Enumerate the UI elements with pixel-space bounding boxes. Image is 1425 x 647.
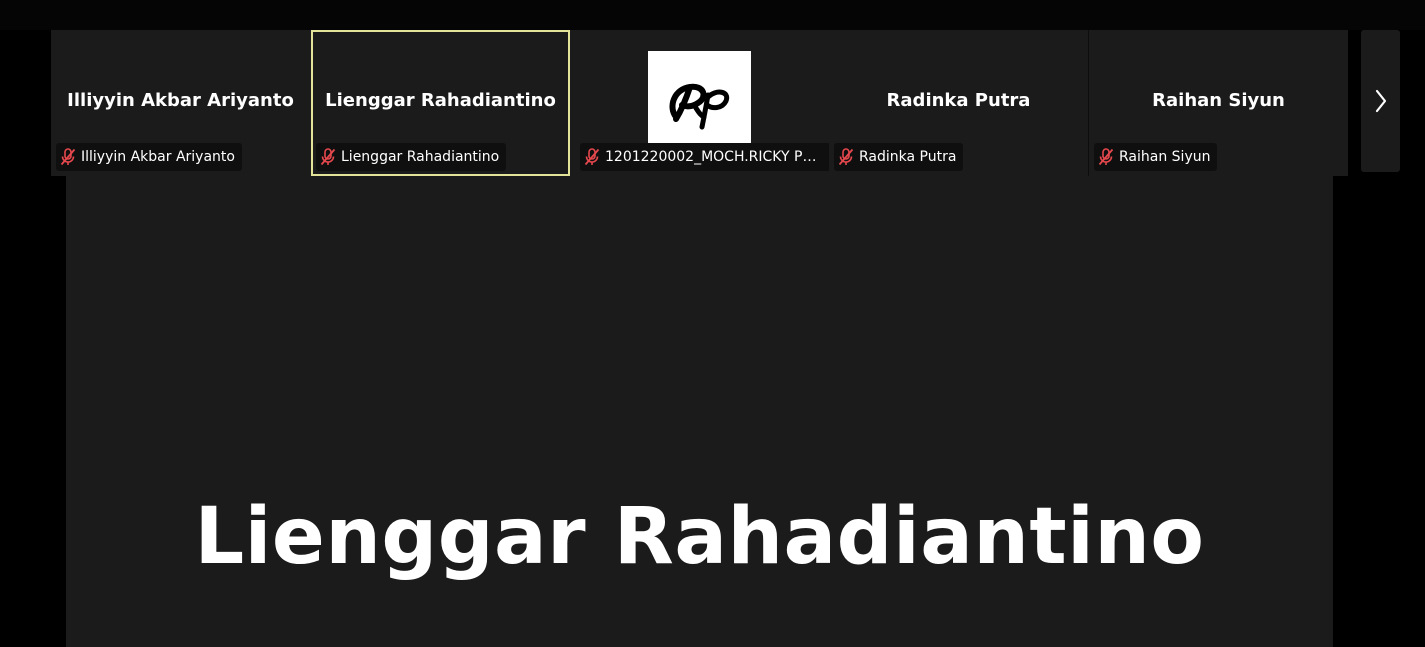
participant-filmstrip: Illiyyin Akbar Ariyanto Illiyyin Akbar A… bbox=[51, 30, 1348, 176]
mic-muted-icon bbox=[838, 148, 854, 166]
participant-tag-label: Illiyyin Akbar Ariyanto bbox=[81, 149, 235, 165]
participant-tag-label: Raihan Siyun bbox=[1119, 149, 1211, 165]
participant-display-name: Lienggar Rahadiantino bbox=[325, 90, 556, 111]
top-bar bbox=[0, 0, 1425, 30]
participant-display-name: Illiyyin Akbar Ariyanto bbox=[67, 90, 294, 111]
meeting-stage: Illiyyin Akbar Ariyanto Illiyyin Akbar A… bbox=[0, 0, 1425, 647]
rp-logo-icon bbox=[669, 83, 729, 129]
participant-tile[interactable]: Illiyyin Akbar Ariyanto Illiyyin Akbar A… bbox=[51, 30, 310, 176]
avatar bbox=[648, 51, 751, 144]
mic-muted-icon bbox=[60, 148, 76, 166]
chevron-right-icon bbox=[1375, 89, 1386, 113]
mic-muted-icon bbox=[320, 148, 336, 166]
mic-muted-icon bbox=[1098, 148, 1114, 166]
participant-tag-label: Lienggar Rahadiantino bbox=[341, 149, 500, 165]
participant-tile[interactable]: 1201220002_MOCH.RICKY PRA... bbox=[575, 30, 831, 176]
mic-muted-icon bbox=[584, 148, 600, 166]
participant-name-tag: Illiyyin Akbar Ariyanto bbox=[56, 143, 242, 171]
participant-name-tag: Lienggar Rahadiantino bbox=[316, 143, 507, 171]
main-speaker-view: Lienggar Rahadiantino bbox=[66, 176, 1333, 647]
participant-display-name: Radinka Putra bbox=[886, 90, 1031, 111]
participant-tag-label: Radinka Putra bbox=[859, 149, 957, 165]
participant-name-tag: 1201220002_MOCH.RICKY PRA... bbox=[580, 143, 831, 171]
participant-tile[interactable]: Raihan Siyun Raihan Siyun bbox=[1088, 30, 1348, 176]
participant-tile[interactable]: Radinka Putra Radinka Putra bbox=[829, 30, 1088, 176]
filmstrip-next-button[interactable] bbox=[1361, 30, 1400, 172]
active-speaker-name: Lienggar Rahadiantino bbox=[194, 492, 1205, 582]
participant-name-tag: Raihan Siyun bbox=[1094, 143, 1218, 171]
participant-name-tag: Radinka Putra bbox=[834, 143, 964, 171]
participant-tag-label: 1201220002_MOCH.RICKY PRA... bbox=[605, 149, 824, 165]
participant-tile-active[interactable]: Lienggar Rahadiantino Lienggar Rahadiant… bbox=[311, 30, 570, 176]
participant-display-name: Raihan Siyun bbox=[1152, 90, 1285, 111]
